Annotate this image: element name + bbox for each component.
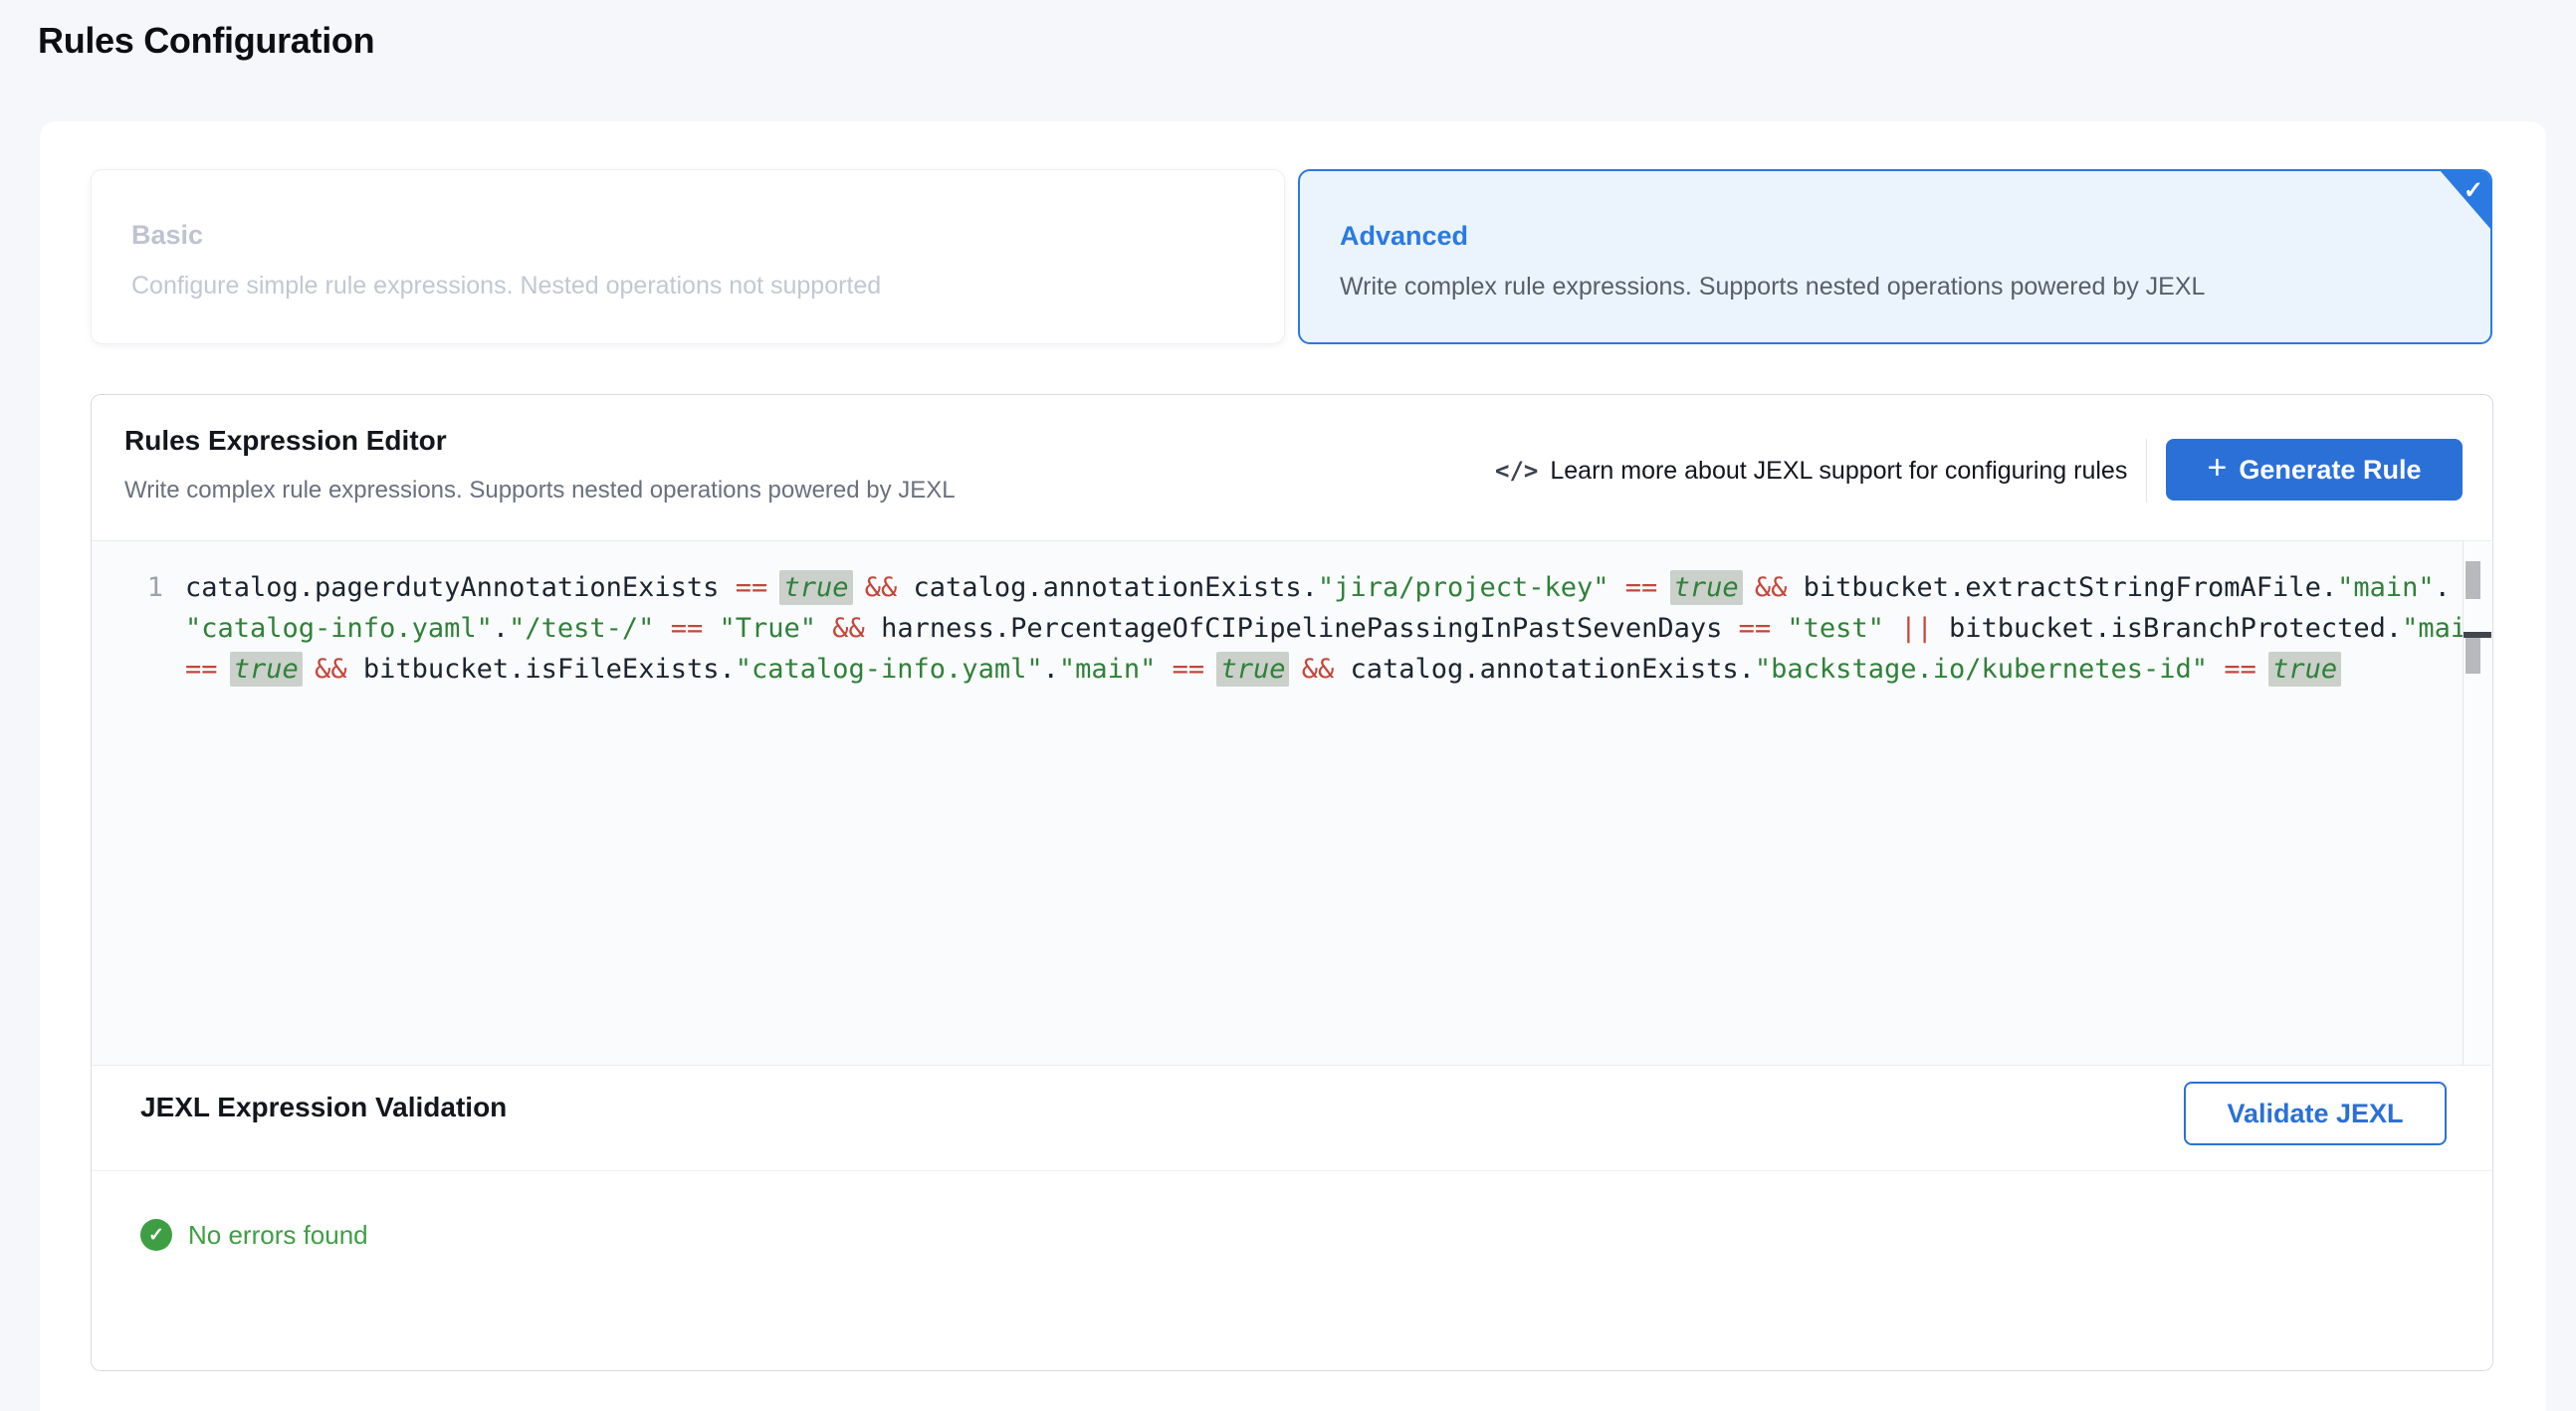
- selected-check-icon: ✓: [2464, 176, 2483, 205]
- rules-expression-editor-card: Rules Expression Editor Write complex ru…: [91, 394, 2493, 1371]
- tab-basic-title: Basic: [131, 220, 203, 251]
- scrollbar-thumb[interactable]: [2466, 561, 2480, 599]
- learn-more-label: Learn more about JEXL support for config…: [1550, 457, 2127, 486]
- editor-title: Rules Expression Editor: [124, 425, 447, 457]
- tab-advanced-title: Advanced: [1340, 221, 1468, 252]
- validation-status-text: No errors found: [188, 1220, 368, 1251]
- validation-title: JEXL Expression Validation: [140, 1092, 507, 1123]
- tab-advanced[interactable]: Advanced Write complex rule expressions.…: [1298, 169, 2492, 344]
- learn-more-jexl-link[interactable]: </> Learn more about JEXL support for co…: [1495, 451, 2127, 491]
- tab-advanced-description: Write complex rule expressions. Supports…: [1340, 273, 2205, 302]
- editor-subtitle: Write complex rule expressions. Supports…: [124, 477, 956, 504]
- scrollbar-thumb[interactable]: [2466, 638, 2480, 674]
- rules-configuration-page: Rules Configuration Basic Configure simp…: [0, 0, 2576, 1411]
- header-divider: [2146, 439, 2147, 503]
- validate-jexl-label: Validate JEXL: [2227, 1099, 2403, 1129]
- code-lines: catalog.pagerdutyAnnotationExists == tru…: [185, 567, 2352, 690]
- validate-jexl-button[interactable]: Validate JEXL: [2184, 1082, 2447, 1145]
- generate-rule-label: Generate Rule: [2239, 455, 2421, 486]
- code-line: catalog.pagerdutyAnnotationExists == tru…: [185, 567, 2352, 608]
- editor-vertical-scrollbar[interactable]: [2463, 541, 2491, 1065]
- code-icon: </>: [1495, 457, 1538, 485]
- generate-rule-button[interactable]: + Generate Rule: [2166, 439, 2463, 501]
- plus-icon: +: [2208, 449, 2228, 488]
- validation-status: ✓ No errors found: [140, 1219, 368, 1251]
- validation-divider: [92, 1170, 2492, 1171]
- page-title: Rules Configuration: [38, 20, 374, 62]
- code-line: == true && bitbucket.isFileExists."catal…: [185, 649, 2352, 690]
- line-number: 1: [92, 567, 163, 608]
- content-panel: Basic Configure simple rule expressions.…: [40, 121, 2546, 1411]
- success-check-icon: ✓: [140, 1219, 172, 1251]
- code-editor[interactable]: 1 catalog.pagerdutyAnnotationExists == t…: [92, 540, 2491, 1066]
- tab-basic[interactable]: Basic Configure simple rule expressions.…: [91, 169, 1285, 344]
- code-line: "catalog-info.yaml"."/test-/" == "True" …: [185, 608, 2352, 649]
- tab-basic-description: Configure simple rule expressions. Neste…: [131, 272, 881, 301]
